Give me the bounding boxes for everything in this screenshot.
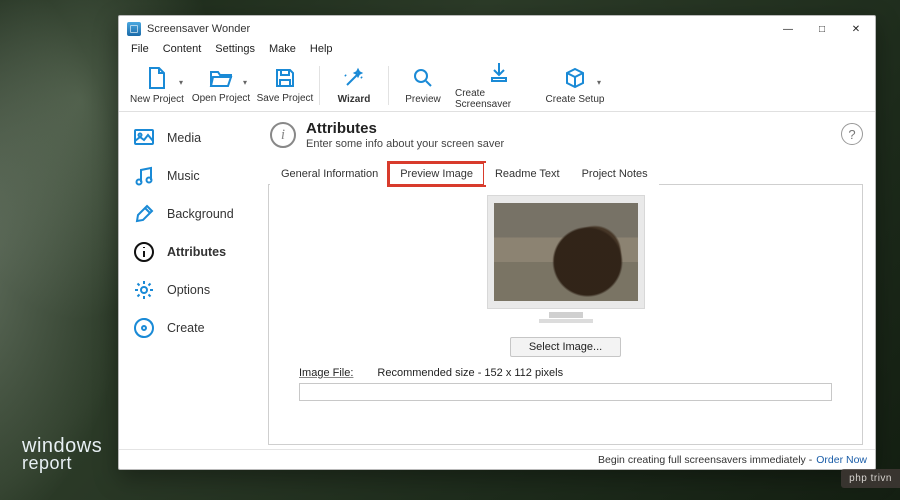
maximize-button[interactable]: □	[805, 16, 839, 42]
new-project-button[interactable]: New Project ▾	[125, 60, 189, 111]
toolbar-label: Open Project	[192, 93, 250, 104]
toolbar-label: Preview	[405, 94, 441, 105]
create-screensaver-button[interactable]: Create Screensaver	[455, 60, 543, 111]
toolbar-label: New Project	[130, 94, 184, 105]
brush-icon	[133, 203, 155, 225]
menu-make[interactable]: Make	[263, 42, 302, 60]
toolbar-label: Save Project	[257, 93, 314, 104]
save-project-button[interactable]: Save Project	[253, 60, 317, 111]
tab-page: Select Image... Image File: Recommended …	[268, 185, 863, 445]
gear-icon	[133, 279, 155, 301]
monitor-base	[539, 319, 593, 323]
wizard-button[interactable]: Wizard	[322, 60, 386, 111]
menu-file[interactable]: File	[125, 42, 155, 60]
wand-icon	[343, 67, 365, 92]
sidebar-item-media[interactable]: Media	[123, 120, 260, 156]
app-icon	[127, 22, 141, 36]
sidebar: Media Music Background Attributes Option…	[119, 112, 264, 449]
corner-badge: php trivn	[841, 469, 900, 488]
window-title: Screensaver Wonder	[147, 23, 250, 35]
menu-settings[interactable]: Settings	[209, 42, 261, 60]
page-subtitle: Enter some info about your screen saver	[306, 138, 504, 150]
titlebar[interactable]: Screensaver Wonder — □ ✕	[119, 16, 875, 42]
disc-icon	[133, 317, 155, 339]
footer-text: Begin creating full screensavers immedia…	[598, 454, 812, 466]
media-icon	[133, 127, 155, 149]
image-file-input[interactable]	[299, 383, 832, 401]
help-button[interactable]: ?	[841, 123, 863, 145]
info-icon	[133, 241, 155, 263]
watermark: windows report	[22, 436, 102, 472]
order-now-link[interactable]: Order Now	[816, 454, 867, 466]
info-icon: i	[270, 122, 296, 148]
chevron-down-icon: ▾	[179, 78, 183, 87]
folder-open-icon	[209, 68, 233, 91]
sidebar-item-options[interactable]: Options	[123, 272, 260, 308]
sidebar-item-attributes[interactable]: Attributes	[123, 234, 260, 270]
toolbar-separator	[388, 66, 389, 105]
sidebar-item-label: Music	[167, 169, 200, 183]
menu-help[interactable]: Help	[304, 42, 339, 60]
content-header: i Attributes Enter some info about your …	[268, 118, 863, 156]
sidebar-item-create[interactable]: Create	[123, 310, 260, 346]
sidebar-item-label: Media	[167, 131, 201, 145]
music-icon	[133, 165, 155, 187]
preview-button[interactable]: Preview	[391, 60, 455, 111]
preview-monitor	[487, 195, 645, 309]
tab-general[interactable]: General Information	[270, 163, 389, 185]
statusbar: Begin creating full screensavers immedia…	[119, 449, 875, 469]
download-icon	[489, 61, 509, 86]
page-title: Attributes	[306, 120, 504, 137]
sidebar-item-label: Attributes	[167, 245, 226, 259]
sidebar-item-music[interactable]: Music	[123, 158, 260, 194]
sidebar-item-label: Options	[167, 283, 210, 297]
chevron-down-icon: ▾	[243, 78, 247, 87]
search-icon	[412, 67, 434, 92]
recommended-size-label: Recommended size - 152 x 112 pixels	[377, 367, 563, 379]
open-project-button[interactable]: Open Project ▾	[189, 60, 253, 111]
select-image-button[interactable]: Select Image...	[510, 337, 621, 357]
toolbar-separator	[319, 66, 320, 105]
tab-project-notes[interactable]: Project Notes	[571, 163, 659, 185]
preview-image	[494, 203, 638, 301]
image-file-row: Image File: Recommended size - 152 x 112…	[299, 367, 832, 379]
package-icon	[564, 67, 586, 92]
content-pane: i Attributes Enter some info about your …	[264, 112, 875, 449]
close-button[interactable]: ✕	[839, 16, 873, 42]
menubar: File Content Settings Make Help	[119, 42, 875, 60]
file-icon	[147, 67, 167, 92]
tab-readme[interactable]: Readme Text	[484, 163, 571, 185]
chevron-down-icon: ▾	[597, 78, 601, 87]
tab-preview-image[interactable]: Preview Image	[389, 163, 484, 185]
create-setup-button[interactable]: Create Setup ▾	[543, 60, 607, 111]
minimize-button[interactable]: —	[771, 16, 805, 42]
toolbar: New Project ▾ Open Project ▾ Save Projec…	[119, 60, 875, 112]
toolbar-label: Create Setup	[546, 94, 605, 105]
body: Media Music Background Attributes Option…	[119, 112, 875, 449]
app-window: Screensaver Wonder — □ ✕ File Content Se…	[118, 15, 876, 470]
toolbar-label: Wizard	[338, 94, 371, 105]
menu-content[interactable]: Content	[157, 42, 208, 60]
tabs: General Information Preview Image Readme…	[268, 156, 863, 185]
image-file-label: Image File:	[299, 367, 353, 379]
monitor-stand	[549, 312, 583, 318]
sidebar-item-label: Create	[167, 321, 205, 335]
save-icon	[275, 68, 295, 91]
sidebar-item-label: Background	[167, 207, 234, 221]
toolbar-label: Create Screensaver	[455, 88, 543, 110]
sidebar-item-background[interactable]: Background	[123, 196, 260, 232]
